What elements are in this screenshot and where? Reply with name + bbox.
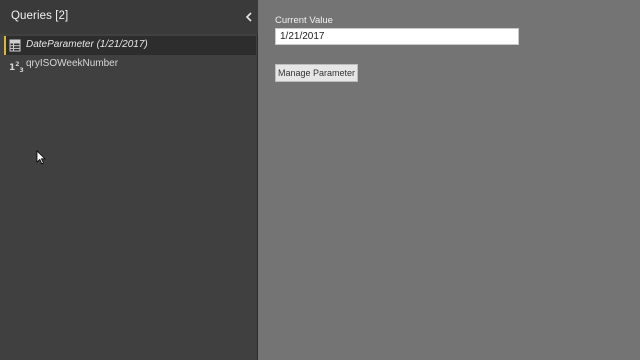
chevron-left-icon xyxy=(245,12,252,22)
queries-pane-title: Queries [2] xyxy=(11,10,69,22)
power-query-editor: Queries [2] DateParameter (1/21/2017) 12… xyxy=(0,0,640,360)
parameter-view: Current Value Manage Parameter xyxy=(259,0,640,360)
current-value-label: Current Value xyxy=(275,15,333,26)
collapse-pane-button[interactable] xyxy=(242,9,256,25)
queries-pane-header: Queries [2] xyxy=(0,0,258,34)
manage-parameter-button[interactable]: Manage Parameter xyxy=(275,64,358,82)
current-value-input[interactable] xyxy=(275,28,519,45)
query-list: DateParameter (1/21/2017) 123 qryISOWeek… xyxy=(0,36,258,74)
number-type-icon: 123 xyxy=(9,61,24,74)
query-label: DateParameter (1/21/2017) xyxy=(26,39,148,50)
query-label: qryISOWeekNumber xyxy=(26,58,119,69)
table-icon xyxy=(9,39,22,52)
query-item-qryisoweeknumber[interactable]: 123 qryISOWeekNumber xyxy=(4,55,256,74)
queries-pane: Queries [2] DateParameter (1/21/2017) 12… xyxy=(0,0,258,360)
query-item-dateparameter[interactable]: DateParameter (1/21/2017) xyxy=(4,36,256,55)
